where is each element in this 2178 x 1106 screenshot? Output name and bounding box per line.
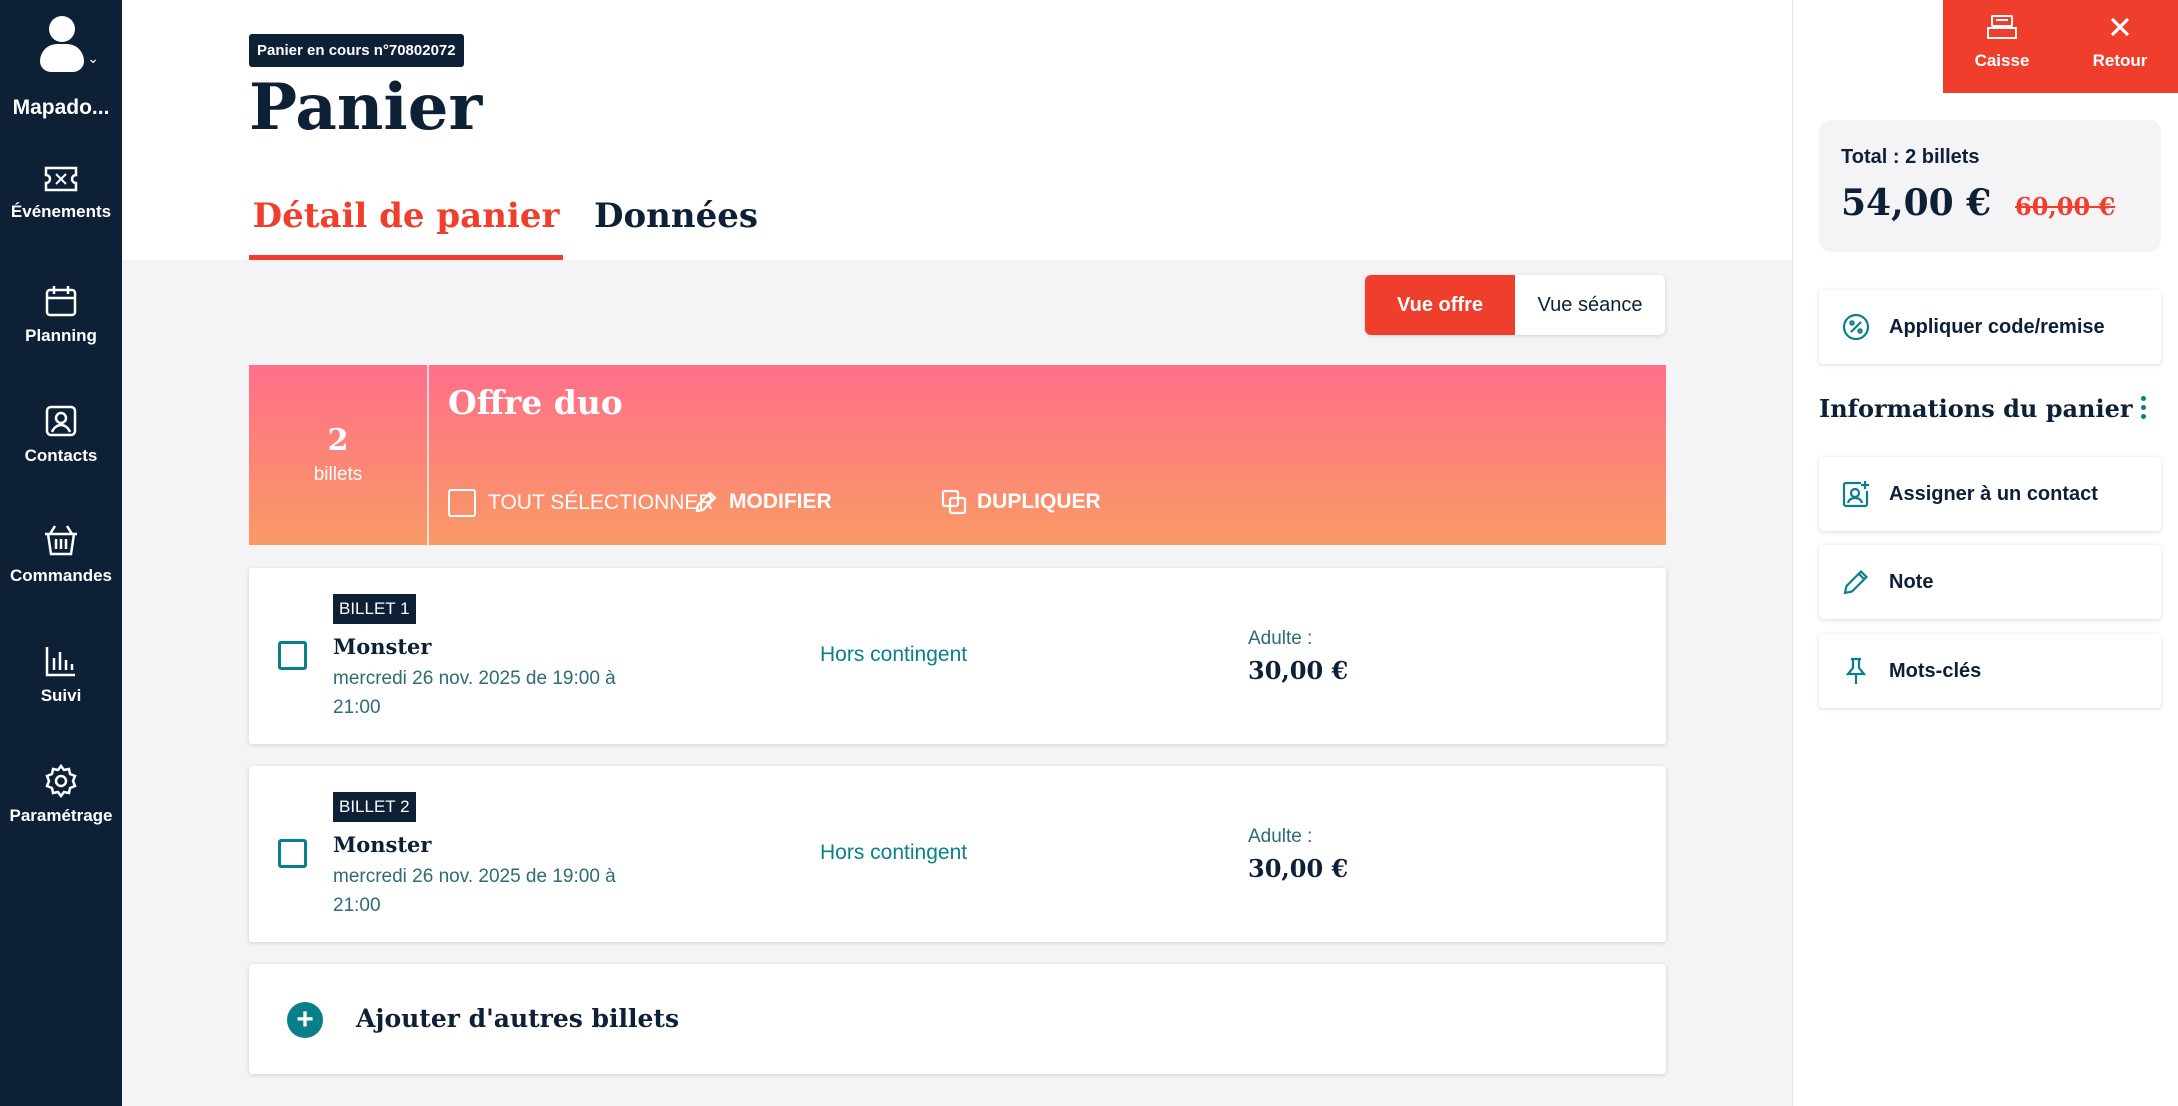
avatar[interactable]: ⌄ xyxy=(37,14,99,74)
ticket-checkbox[interactable] xyxy=(278,641,307,670)
original-price: 60,00 € xyxy=(2015,192,2116,221)
ticket-tag: BILLET 1 xyxy=(333,594,416,624)
select-all-label: TOUT SÉLECTIONNER xyxy=(488,491,714,514)
ticket-row: BILLET 2 Monster mercredi 26 nov. 2025 d… xyxy=(249,766,1666,942)
ticket-price: 30,00 € xyxy=(1248,854,1349,883)
pencil-icon xyxy=(695,491,717,513)
sidebar-item-label: Événements xyxy=(10,202,112,221)
sidebar-item-label: Contacts xyxy=(24,446,98,465)
view-toggle: Vue offre Vue séance xyxy=(1365,275,1665,335)
select-all-checkbox[interactable]: TOUT SÉLECTIONNER xyxy=(448,489,714,517)
basket-icon xyxy=(45,525,77,556)
view-offer-button[interactable]: Vue offre xyxy=(1365,275,1515,335)
sidebar-item-label: Paramétrage xyxy=(9,806,113,825)
assign-contact-button[interactable]: Assigner à un contact xyxy=(1819,457,2161,531)
more-options-icon[interactable] xyxy=(2141,396,2149,423)
checkbox-icon xyxy=(448,489,476,517)
pencil-icon xyxy=(1843,569,1869,595)
modify-button[interactable]: MODIFIER xyxy=(693,489,832,515)
view-session-button[interactable]: Vue séance xyxy=(1515,275,1665,335)
cart-number-badge: Panier en cours n°70802072 xyxy=(249,34,464,67)
sidebar-item-events[interactable]: Événements xyxy=(0,164,122,222)
apply-code-button[interactable]: Appliquer code/remise xyxy=(1819,290,2161,364)
cart-info-title: Informations du panier xyxy=(1819,394,2133,423)
ticket-icon xyxy=(44,166,78,192)
tab-data[interactable]: Données xyxy=(594,196,758,236)
ticket-tag: BILLET 2 xyxy=(333,792,416,822)
rate-label: Adulte : xyxy=(1248,826,1313,847)
main-content: Panier en cours n°70802072 Panier Détail… xyxy=(122,0,1792,1106)
cart-summary-panel: Caisse Retour Total : 2 billets 54,00 € … xyxy=(1792,0,2178,1106)
note-button[interactable]: Note xyxy=(1819,545,2161,619)
calendar-icon xyxy=(45,286,77,317)
event-name: Monster xyxy=(333,832,432,857)
total-label: Total : 2 billets xyxy=(1841,146,1980,168)
ticket-count-label: billets xyxy=(313,464,363,485)
sidebar-item-settings[interactable]: Paramétrage xyxy=(0,764,122,826)
tab-cart-detail[interactable]: Détail de panier xyxy=(249,196,563,260)
cash-register-icon xyxy=(1987,15,2017,39)
bar-chart-icon xyxy=(45,647,75,677)
note-label: Note xyxy=(1889,570,1934,593)
event-date: mercredi 26 nov. 2025 de 19:00 à 21:00 xyxy=(333,866,616,916)
cash-register-button[interactable]: Caisse xyxy=(1943,0,2061,93)
return-label: Retour xyxy=(2092,51,2148,70)
sidebar-item-label: Suivi xyxy=(40,686,82,705)
rate-label: Adulte : xyxy=(1248,628,1313,649)
sidebar-item-label: Planning xyxy=(25,326,97,345)
contingent-link[interactable]: Hors contingent xyxy=(820,841,967,865)
add-tickets-button[interactable]: + Ajouter d'autres billets xyxy=(249,964,1666,1074)
user-menu[interactable]: ⌄ Mapado... xyxy=(0,14,122,120)
total-card: Total : 2 billets 54,00 € 60,00 € xyxy=(1819,120,2161,252)
event-date: mercredi 26 nov. 2025 de 19:00 à 21:00 xyxy=(333,668,616,718)
page-header: Panier en cours n°70802072 Panier Détail… xyxy=(122,0,1792,260)
close-icon xyxy=(2110,17,2130,37)
offer-title: Offre duo xyxy=(448,383,623,422)
duplicate-icon xyxy=(941,489,967,515)
sidebar-item-label: Commandes xyxy=(9,566,113,585)
modify-label: MODIFIER xyxy=(729,490,832,513)
sidebar-item-orders[interactable]: Commandes xyxy=(0,524,122,586)
cash-register-label: Caisse xyxy=(1974,51,2030,70)
keywords-button[interactable]: Mots-clés xyxy=(1819,634,2161,708)
duplicate-button[interactable]: DUPLIQUER xyxy=(941,489,1101,515)
event-name: Monster xyxy=(333,634,432,659)
sidebar-item-planning[interactable]: Planning xyxy=(0,284,122,346)
offer-banner: 2 billets Offre duo TOUT SÉLECTIONNER MO… xyxy=(249,365,1666,545)
return-button[interactable]: Retour xyxy=(2061,0,2178,93)
gear-icon xyxy=(45,764,77,798)
pin-icon xyxy=(1845,657,1867,684)
discount-icon xyxy=(1842,313,1870,341)
page-title: Panier xyxy=(249,70,483,145)
contact-card-icon xyxy=(45,405,77,437)
ticket-row: BILLET 1 Monster mercredi 26 nov. 2025 d… xyxy=(249,568,1666,744)
assign-contact-label: Assigner à un contact xyxy=(1889,482,2098,505)
chevron-down-icon: ⌄ xyxy=(87,50,99,66)
add-tickets-label: Ajouter d'autres billets xyxy=(356,1004,680,1033)
ticket-count-value: 2 xyxy=(327,423,349,458)
contingent-link[interactable]: Hors contingent xyxy=(820,643,967,667)
plus-circle-icon: + xyxy=(287,1002,323,1038)
ticket-price: 30,00 € xyxy=(1248,656,1349,685)
apply-code-label: Appliquer code/remise xyxy=(1889,315,2105,338)
duplicate-label: DUPLIQUER xyxy=(977,490,1101,513)
sidebar-item-tracking[interactable]: Suivi xyxy=(0,644,122,706)
total-price: 54,00 € xyxy=(1841,182,1992,224)
offer-ticket-count: 2 billets xyxy=(249,365,429,545)
add-contact-icon xyxy=(1842,481,1869,508)
user-name: Mapado... xyxy=(12,96,110,119)
ticket-checkbox[interactable] xyxy=(278,839,307,868)
sidebar: ⌄ Mapado... Événements Planning Contacts… xyxy=(0,0,122,1106)
keywords-label: Mots-clés xyxy=(1889,659,1982,682)
top-actions: Caisse Retour xyxy=(1943,0,2178,93)
sidebar-item-contacts[interactable]: Contacts xyxy=(0,404,122,466)
